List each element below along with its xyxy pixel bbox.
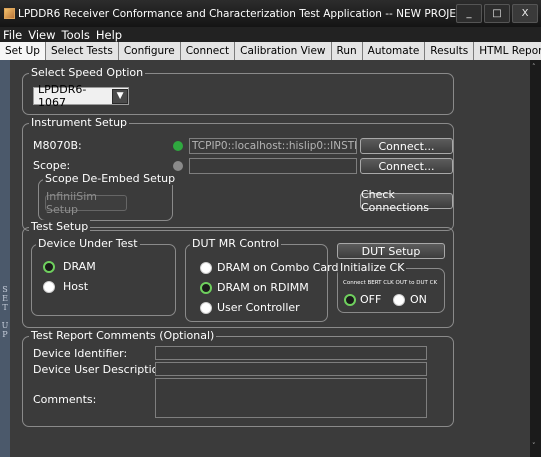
dram-on-rdimm-radio[interactable]: [200, 282, 212, 294]
window-controls: _ □ X: [456, 4, 538, 23]
dram-on-rdimm-label: DRAM on RDIMM: [217, 281, 309, 294]
tab-bar: Set Up Select Tests Configure Connect Ca…: [0, 42, 541, 60]
tab-configure[interactable]: Configure: [118, 42, 181, 60]
menu-help[interactable]: Help: [93, 28, 125, 42]
dram-on-combo-card-radio[interactable]: [200, 262, 212, 274]
device-under-test-group: Device Under Test DRAM Host: [31, 237, 176, 316]
ck-off-radio[interactable]: [344, 294, 356, 306]
speed-select[interactable]: LPDDR6-1067 ▼: [33, 83, 129, 109]
scope-address-field[interactable]: [189, 158, 357, 174]
tab-results[interactable]: Results: [425, 42, 475, 60]
tab-connect[interactable]: Connect: [180, 42, 236, 60]
host-radio[interactable]: [43, 281, 55, 293]
ck-on-label: ON: [410, 293, 427, 306]
m8070b-address-field[interactable]: TCPIP0::localhost::hislip0::INSTR: [189, 138, 357, 154]
initialize-ck-note: Connect BERT CLK OUT to DUT CK: [343, 280, 438, 286]
dut-mr-control-group: DUT MR Control DRAM on Combo Card DRAM o…: [185, 237, 338, 322]
dram-label: DRAM: [63, 260, 96, 273]
tab-run[interactable]: Run: [331, 42, 363, 60]
report-comments-group: Test Report Comments (Optional) Device I…: [22, 329, 454, 427]
window-title: LPDDR6 Receiver Conformance and Characte…: [18, 7, 470, 20]
deembed-group: Scope De-Embed Setup InfiniiSim Setup: [38, 172, 178, 221]
test-setup-group: Test Setup Device Under Test DRAM Host D…: [22, 220, 454, 328]
dut-setup-button[interactable]: DUT Setup: [337, 243, 445, 259]
app-icon: [4, 8, 15, 19]
speed-option-group: Select Speed Option LPDDR6-1067 ▼: [22, 66, 454, 115]
tab-set-up[interactable]: Set Up: [0, 42, 46, 60]
setup-panel: Select Speed Option LPDDR6-1067 ▼ Instru…: [10, 60, 530, 457]
speed-option-legend: Select Speed Option: [29, 66, 146, 79]
speed-select-value: LPDDR6-1067: [38, 83, 87, 109]
title-bar: LPDDR6 Receiver Conformance and Characte…: [0, 0, 541, 27]
dram-radio[interactable]: [43, 261, 55, 273]
vertical-scrollbar[interactable]: ˄ ˅: [530, 60, 541, 457]
user-controller-label: User Controller: [217, 301, 300, 314]
comments-label: Comments:: [33, 393, 97, 406]
device-identifier-label: Device Identifier:: [33, 347, 128, 360]
deembed-legend: Scope De-Embed Setup: [43, 172, 178, 185]
scope-connect-button[interactable]: Connect...: [360, 158, 453, 174]
instrument-setup-legend: Instrument Setup: [29, 116, 130, 129]
scope-status-icon: [173, 161, 183, 171]
close-button[interactable]: X: [512, 4, 538, 23]
minimize-button[interactable]: _: [456, 4, 482, 23]
tab-automate[interactable]: Automate: [362, 42, 426, 60]
initialize-ck-group: Initialize CK Connect BERT CLK OUT to DU…: [337, 261, 445, 313]
check-connections-button[interactable]: Check Connections: [360, 188, 453, 214]
chevron-down-icon[interactable]: ▼: [112, 88, 128, 104]
dram-on-combo-card-label: DRAM on Combo Card: [217, 261, 339, 274]
scroll-down-icon[interactable]: ˅: [532, 442, 536, 450]
menu-view[interactable]: View: [25, 28, 58, 42]
instrument-setup-group: Instrument Setup M8070B: TCPIP0::localho…: [22, 116, 454, 231]
device-under-test-legend: Device Under Test: [36, 237, 140, 250]
initialize-ck-legend: Initialize CK: [338, 261, 407, 274]
user-controller-radio[interactable]: [200, 302, 212, 314]
menu-bar: File View Tools Help: [0, 27, 541, 42]
dut-mr-control-legend: DUT MR Control: [190, 237, 282, 250]
m8070b-connect-button[interactable]: Connect...: [360, 138, 453, 154]
side-strip: S E T U P: [0, 60, 10, 457]
tab-calibration-view[interactable]: Calibration View: [235, 42, 332, 60]
tab-select-tests[interactable]: Select Tests: [45, 42, 119, 60]
host-label: Host: [63, 280, 89, 293]
scroll-up-icon[interactable]: ˄: [532, 63, 536, 71]
side-strip-label: S E T U P: [1, 285, 9, 339]
scope-label: Scope:: [33, 159, 71, 172]
menu-tools[interactable]: Tools: [59, 28, 93, 42]
infiniisim-setup-button[interactable]: InfiniiSim Setup: [45, 190, 127, 216]
m8070b-status-icon: [173, 141, 183, 151]
test-setup-legend: Test Setup: [29, 220, 91, 233]
device-description-label: Device User Description:: [33, 363, 170, 376]
report-comments-legend: Test Report Comments (Optional): [29, 329, 217, 342]
ck-on-radio[interactable]: [393, 294, 405, 306]
maximize-button[interactable]: □: [484, 4, 510, 23]
tab-html-report[interactable]: HTML Report: [474, 42, 541, 60]
m8070b-label: M8070B:: [33, 139, 82, 152]
ck-off-label: OFF: [360, 293, 382, 306]
menu-file[interactable]: File: [0, 28, 25, 42]
comments-field[interactable]: [155, 378, 427, 418]
device-description-field[interactable]: [155, 362, 427, 376]
device-identifier-field[interactable]: [155, 346, 427, 360]
